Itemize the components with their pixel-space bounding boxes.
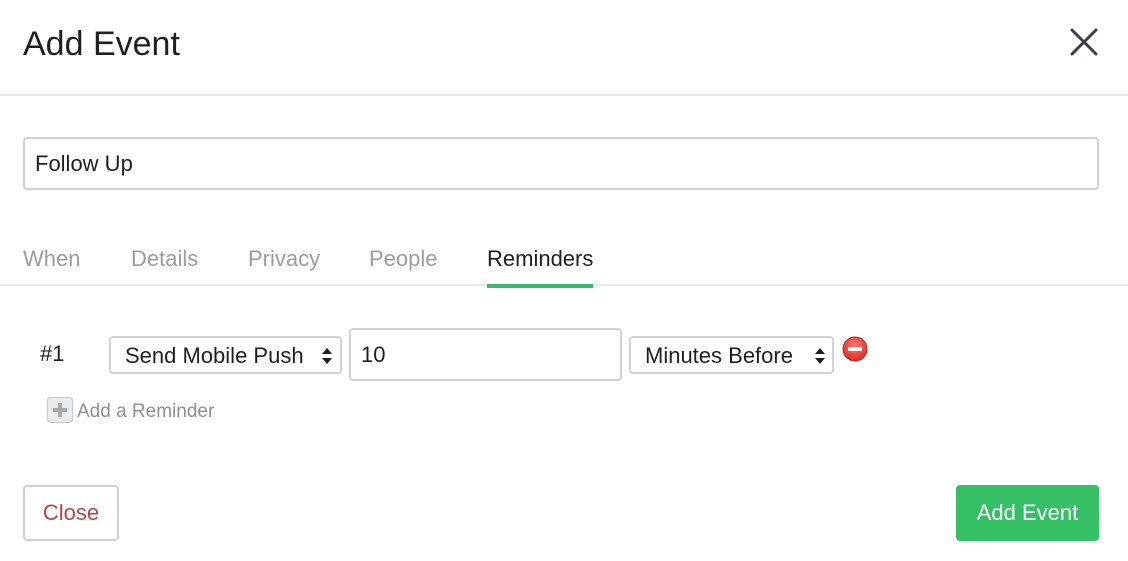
event-title-input[interactable] xyxy=(23,137,1099,190)
reminder-timing-value: Minutes Before xyxy=(645,343,793,368)
close-icon[interactable] xyxy=(1068,26,1100,58)
reminder-timing-select[interactable]: Minutes Before xyxy=(629,336,834,374)
reminder-method-value: Send Mobile Push xyxy=(125,343,304,368)
add-reminder-label: Add a Reminder xyxy=(77,401,215,422)
updown-arrows-icon xyxy=(321,347,333,365)
tab-details[interactable]: Details xyxy=(131,244,198,274)
remove-reminder-icon[interactable] xyxy=(842,336,868,362)
add-event-button[interactable]: Add Event xyxy=(956,485,1099,541)
tab-privacy[interactable]: Privacy xyxy=(248,244,320,274)
tab-when[interactable]: When xyxy=(23,244,80,274)
close-button[interactable]: Close xyxy=(23,485,119,541)
plus-icon xyxy=(47,397,73,423)
tab-bar: When Details Privacy People Reminders xyxy=(0,236,1128,288)
tab-reminders[interactable]: Reminders xyxy=(487,244,594,288)
reminder-number: #1 xyxy=(40,341,65,366)
add-event-dialog: Add Event When Details Privacy People Re… xyxy=(0,0,1128,561)
updown-arrows-icon xyxy=(814,347,826,365)
reminder-row: #1 Send Mobile Push Minutes Before xyxy=(0,328,1128,382)
reminder-amount-input[interactable] xyxy=(349,328,622,381)
dialog-header: Add Event xyxy=(0,0,1128,96)
dialog-title: Add Event xyxy=(23,25,180,63)
tab-people[interactable]: People xyxy=(369,244,438,274)
reminder-method-select[interactable]: Send Mobile Push xyxy=(109,336,342,374)
